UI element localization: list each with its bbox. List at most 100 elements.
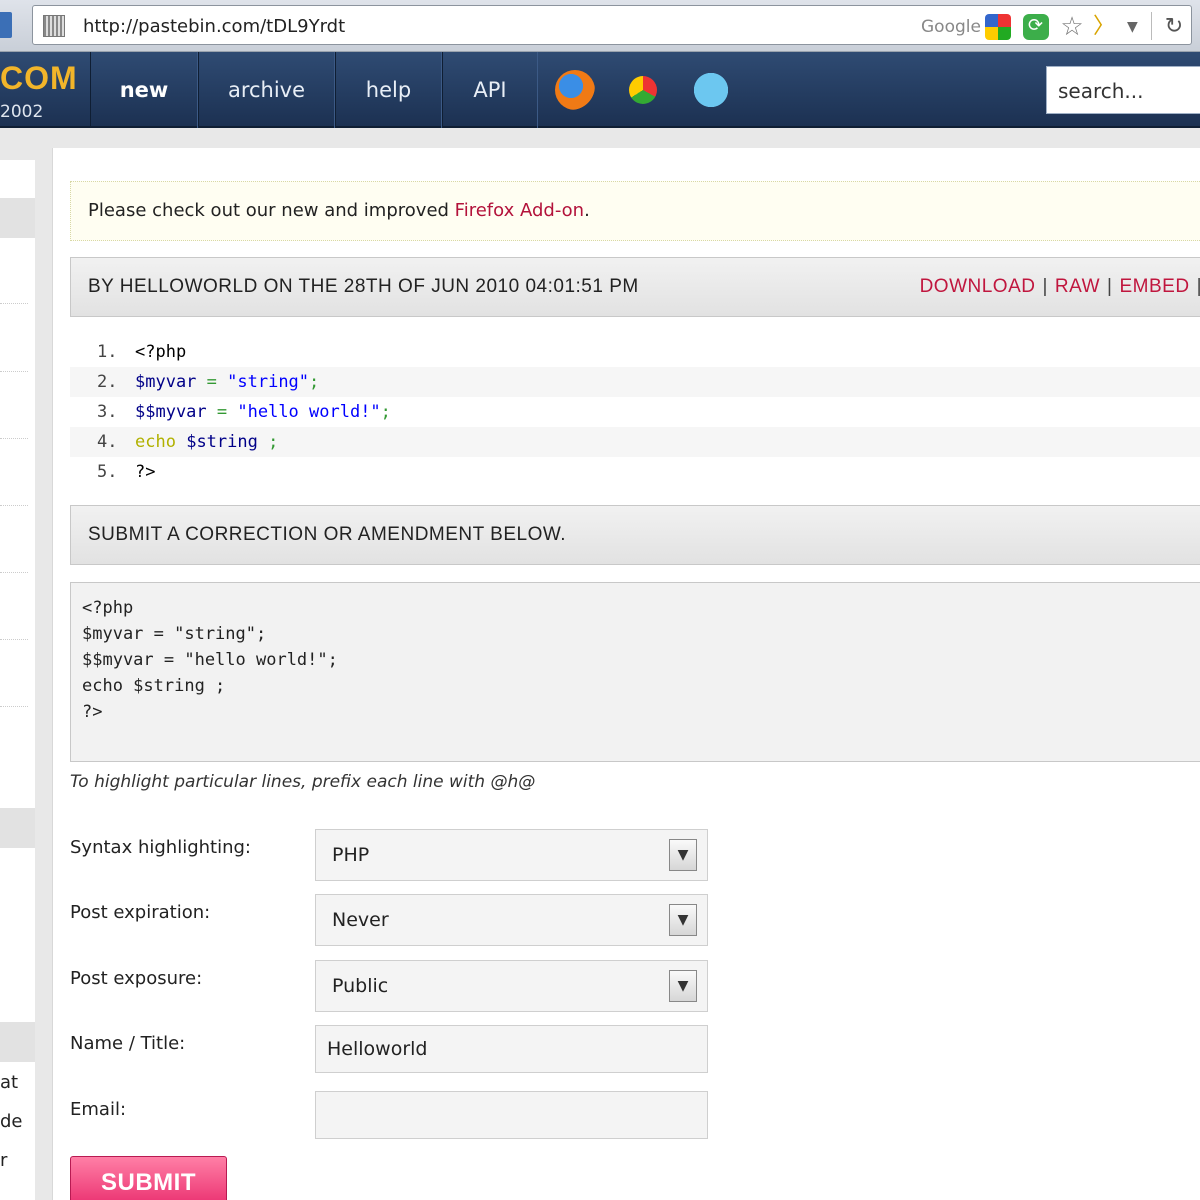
sidebar-divider — [0, 572, 28, 573]
sidebar-text[interactable]: at — [0, 1072, 18, 1093]
notice-suffix: . — [584, 200, 590, 221]
embed-link[interactable]: EMBED — [1119, 276, 1189, 297]
code-line: 5. ?> — [70, 457, 1200, 487]
paste-meta: BY HELLOWORLD ON THE 28TH OF JUN 2010 04… — [88, 276, 639, 297]
reload-icon[interactable]: ↻ — [1161, 14, 1187, 40]
submit-button[interactable]: SUBMIT — [70, 1156, 227, 1200]
sidebar-section-header — [0, 1022, 35, 1062]
code-token: ; — [380, 402, 391, 422]
toolbar-divider — [1151, 12, 1152, 40]
line-number: 1. — [97, 342, 118, 362]
syntax-label: Syntax highlighting: — [70, 837, 251, 858]
code-token: <?php — [135, 342, 187, 362]
bookmark-star-icon[interactable]: ☆ — [1059, 14, 1085, 40]
page-icon — [43, 15, 65, 37]
search-input[interactable]: search... — [1046, 66, 1200, 114]
expiration-value: Never — [332, 909, 389, 931]
email-label: Email: — [70, 1099, 127, 1120]
correction-heading: SUBMIT A CORRECTION OR AMENDMENT BELOW. — [88, 524, 567, 545]
browser-toolbar: http://pastebin.com/tDL9Yrdt Google ☆ 〉 … — [0, 0, 1200, 52]
syntax-select[interactable]: PHP ▼ — [315, 829, 708, 881]
code-token: echo — [135, 432, 176, 452]
chevron-down-icon[interactable]: ▼ — [669, 839, 697, 871]
chevron-down-icon[interactable]: ▼ — [669, 904, 697, 936]
exposure-value: Public — [332, 975, 389, 997]
chrome-icon[interactable] — [623, 70, 663, 110]
code-token: "string" — [227, 372, 310, 392]
twitter-icon[interactable] — [691, 70, 731, 110]
expiration-label: Post expiration: — [70, 902, 211, 923]
sidebar-divider — [0, 505, 28, 506]
sync-icon[interactable] — [1023, 14, 1049, 40]
name-label: Name / Title: — [70, 1033, 186, 1054]
nav-new[interactable]: new — [90, 52, 198, 128]
line-number: 4. — [97, 432, 118, 452]
code-token: ?> — [135, 462, 156, 482]
site-logo-subtitle: 2002 — [0, 102, 44, 122]
code-view: 1. <?php 2. $myvar = "string"; 3. $$myvar = "… — [70, 337, 1200, 487]
site-logo[interactable]: COM — [0, 60, 78, 97]
code-token: $myvar — [135, 372, 197, 392]
code-token: ; — [309, 372, 320, 392]
sidebar-section-header — [0, 808, 35, 848]
code-token: $$myvar — [135, 402, 207, 422]
paste-info-bar: BY HELLOWORLD ON THE 28TH OF JUN 2010 04… — [70, 257, 1200, 317]
correction-header: SUBMIT A CORRECTION OR AMENDMENT BELOW. — [70, 505, 1200, 565]
sidebar: at de r — [0, 160, 35, 1200]
code-token: = — [196, 372, 228, 392]
nav-api[interactable]: API — [442, 52, 538, 128]
expiration-select[interactable]: Never ▼ — [315, 894, 708, 946]
code-line: 3. $$myvar = "hello world!"; — [70, 397, 1200, 427]
code-line: 2. $myvar = "string"; — [70, 367, 1200, 397]
sidebar-divider — [0, 438, 28, 439]
url-text[interactable]: http://pastebin.com/tDL9Yrdt — [83, 16, 345, 37]
site-header: COM 2002 new archive help API search... — [0, 52, 1200, 128]
email-input[interactable] — [315, 1091, 708, 1139]
dropdown-arrow-icon[interactable]: ▼ — [1127, 14, 1153, 40]
nav-archive[interactable]: archive — [198, 52, 335, 128]
paste-actions: DOWNLOAD | RAW | EMBED | — [920, 276, 1200, 298]
search-engine-label: Google — [921, 17, 981, 37]
code-token: "hello world!" — [237, 402, 381, 422]
firefox-addon-link[interactable]: Firefox Add-on — [455, 200, 584, 221]
code-token: $string — [186, 432, 258, 452]
line-number: 3. — [97, 402, 118, 422]
sidebar-section-header — [0, 198, 35, 238]
line-number: 5. — [97, 462, 118, 482]
paste-code-textarea[interactable]: <?php $myvar = "string"; $$myvar = "hell… — [70, 582, 1200, 762]
link-separator: | — [1196, 276, 1200, 297]
exposure-select[interactable]: Public ▼ — [315, 960, 708, 1012]
sidebar-divider — [0, 639, 28, 640]
sidebar-text[interactable]: r — [0, 1150, 7, 1171]
raw-link[interactable]: RAW — [1055, 276, 1100, 297]
download-link[interactable]: DOWNLOAD — [920, 276, 1036, 297]
google-toolbar-icon[interactable] — [985, 14, 1011, 40]
sidebar-box — [0, 160, 35, 182]
link-separator: | — [1107, 276, 1113, 297]
address-bar[interactable]: http://pastebin.com/tDL9Yrdt Google ☆ 〉 … — [32, 5, 1192, 45]
tab-icon[interactable] — [0, 12, 12, 38]
chevron-down-icon[interactable]: ▼ — [669, 970, 697, 1002]
main-nav: new archive help API — [90, 52, 538, 128]
rss-icon[interactable]: 〉 — [1093, 14, 1119, 40]
syntax-value: PHP — [332, 844, 370, 866]
sidebar-text[interactable]: de — [0, 1111, 23, 1132]
nav-icon-group — [555, 70, 731, 110]
code-token: = — [206, 402, 238, 422]
code-line: 4. echo $string ; — [70, 427, 1200, 457]
firefox-icon[interactable] — [555, 70, 595, 110]
notice-banner: Please check out our new and improved Fi… — [70, 181, 1200, 241]
sidebar-divider — [0, 303, 28, 304]
code-token: ; — [257, 432, 279, 452]
name-input[interactable]: Helloworld — [315, 1025, 708, 1073]
sidebar-divider — [0, 706, 28, 707]
notice-text: Please check out our new and improved — [88, 200, 455, 221]
highlight-hint: To highlight particular lines, prefix ea… — [70, 772, 536, 792]
code-line: 1. <?php — [70, 337, 1200, 367]
exposure-label: Post exposure: — [70, 968, 203, 989]
nav-help[interactable]: help — [335, 52, 442, 128]
line-number: 2. — [97, 372, 118, 392]
sidebar-divider — [0, 371, 28, 372]
link-separator: | — [1042, 276, 1048, 297]
